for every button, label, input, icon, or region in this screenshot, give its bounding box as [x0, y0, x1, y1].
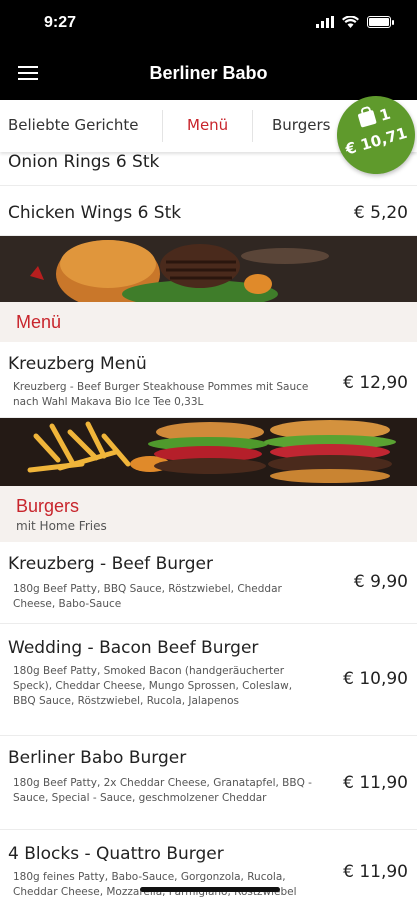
cart-count: 1: [377, 104, 393, 125]
item-price: € 5,20: [353, 203, 408, 223]
item-price: € 11,90: [343, 862, 408, 882]
tab-beliebte-gerichte[interactable]: Beliebte Gerichte: [8, 116, 139, 134]
section-header-menu: Menü: [0, 302, 417, 342]
item-description: 180g Beef Patty, 2x Cheddar Cheese, Gran…: [13, 777, 312, 804]
item-description: 180g Beef Patty, Smoked Bacon (handgeräu…: [13, 665, 293, 707]
menu-item-kreuzberg-menu[interactable]: Kreuzberg Menü Kreuzberg - Beef Burger S…: [0, 342, 417, 418]
item-price: € 9,90: [353, 572, 408, 592]
wifi-icon: [342, 16, 359, 28]
app-title: Berliner Babo: [149, 63, 268, 83]
item-price: € 12,90: [343, 373, 408, 393]
status-time: 9:27: [44, 14, 77, 31]
item-name: Wedding - Bacon Beef Burger: [8, 638, 259, 658]
menu-list[interactable]: Onion Rings 6 Stk Chicken Wings 6 Stk € …: [0, 152, 417, 900]
item-name: Chicken Wings 6 Stk: [8, 203, 182, 223]
item-description: 180g feines Patty, Babo-Sauce, Gorgonzol…: [13, 871, 297, 898]
tab-burgers[interactable]: Burgers: [272, 116, 330, 134]
app-bar: Berliner Babo: [0, 46, 417, 100]
item-description: Kreuzberg - Beef Burger Steakhouse Pomme…: [13, 381, 309, 408]
item-name: 4 Blocks - Quattro Burger: [8, 844, 224, 864]
menu-item-wedding-bacon-beef-burger[interactable]: Wedding - Bacon Beef Burger 180g Beef Pa…: [0, 624, 417, 736]
cart-total: € 10,71: [343, 123, 410, 159]
menu-item-kreuzberg-beef-burger[interactable]: Kreuzberg - Beef Burger 180g Beef Patty,…: [0, 542, 417, 624]
item-name: Kreuzberg - Beef Burger: [8, 554, 213, 574]
tab-divider: [252, 110, 253, 142]
menu-banner-image: [0, 236, 417, 302]
item-name: Kreuzberg Menü: [8, 354, 147, 374]
tab-divider: [162, 110, 163, 142]
item-description: 180g Beef Patty, BBQ Sauce, Röstzwiebel,…: [13, 583, 282, 610]
item-price: € 10,90: [343, 669, 408, 689]
menu-item-berliner-babo-burger[interactable]: Berliner Babo Burger 180g Beef Patty, 2x…: [0, 736, 417, 830]
status-icons: [316, 16, 394, 28]
status-bar: 9:27: [0, 0, 417, 46]
menu-item-chicken-wings[interactable]: Chicken Wings 6 Stk € 5,20: [0, 186, 417, 236]
section-subtitle: mit Home Fries: [16, 519, 107, 533]
signal-icon: [316, 16, 334, 28]
battery-icon: [367, 16, 394, 28]
item-name: Berliner Babo Burger: [8, 748, 187, 768]
item-name: Onion Rings 6 Stk: [8, 152, 160, 172]
section-title: Menü: [16, 312, 62, 332]
burgers-banner-image: [0, 418, 417, 486]
home-indicator[interactable]: [140, 887, 280, 892]
item-price: € 11,90: [343, 773, 408, 793]
tab-menu[interactable]: Menü: [187, 116, 228, 134]
section-title: Burgers: [16, 496, 80, 516]
shopping-bag-icon: [357, 109, 377, 128]
section-header-burgers: Burgers mit Home Fries: [0, 486, 417, 542]
